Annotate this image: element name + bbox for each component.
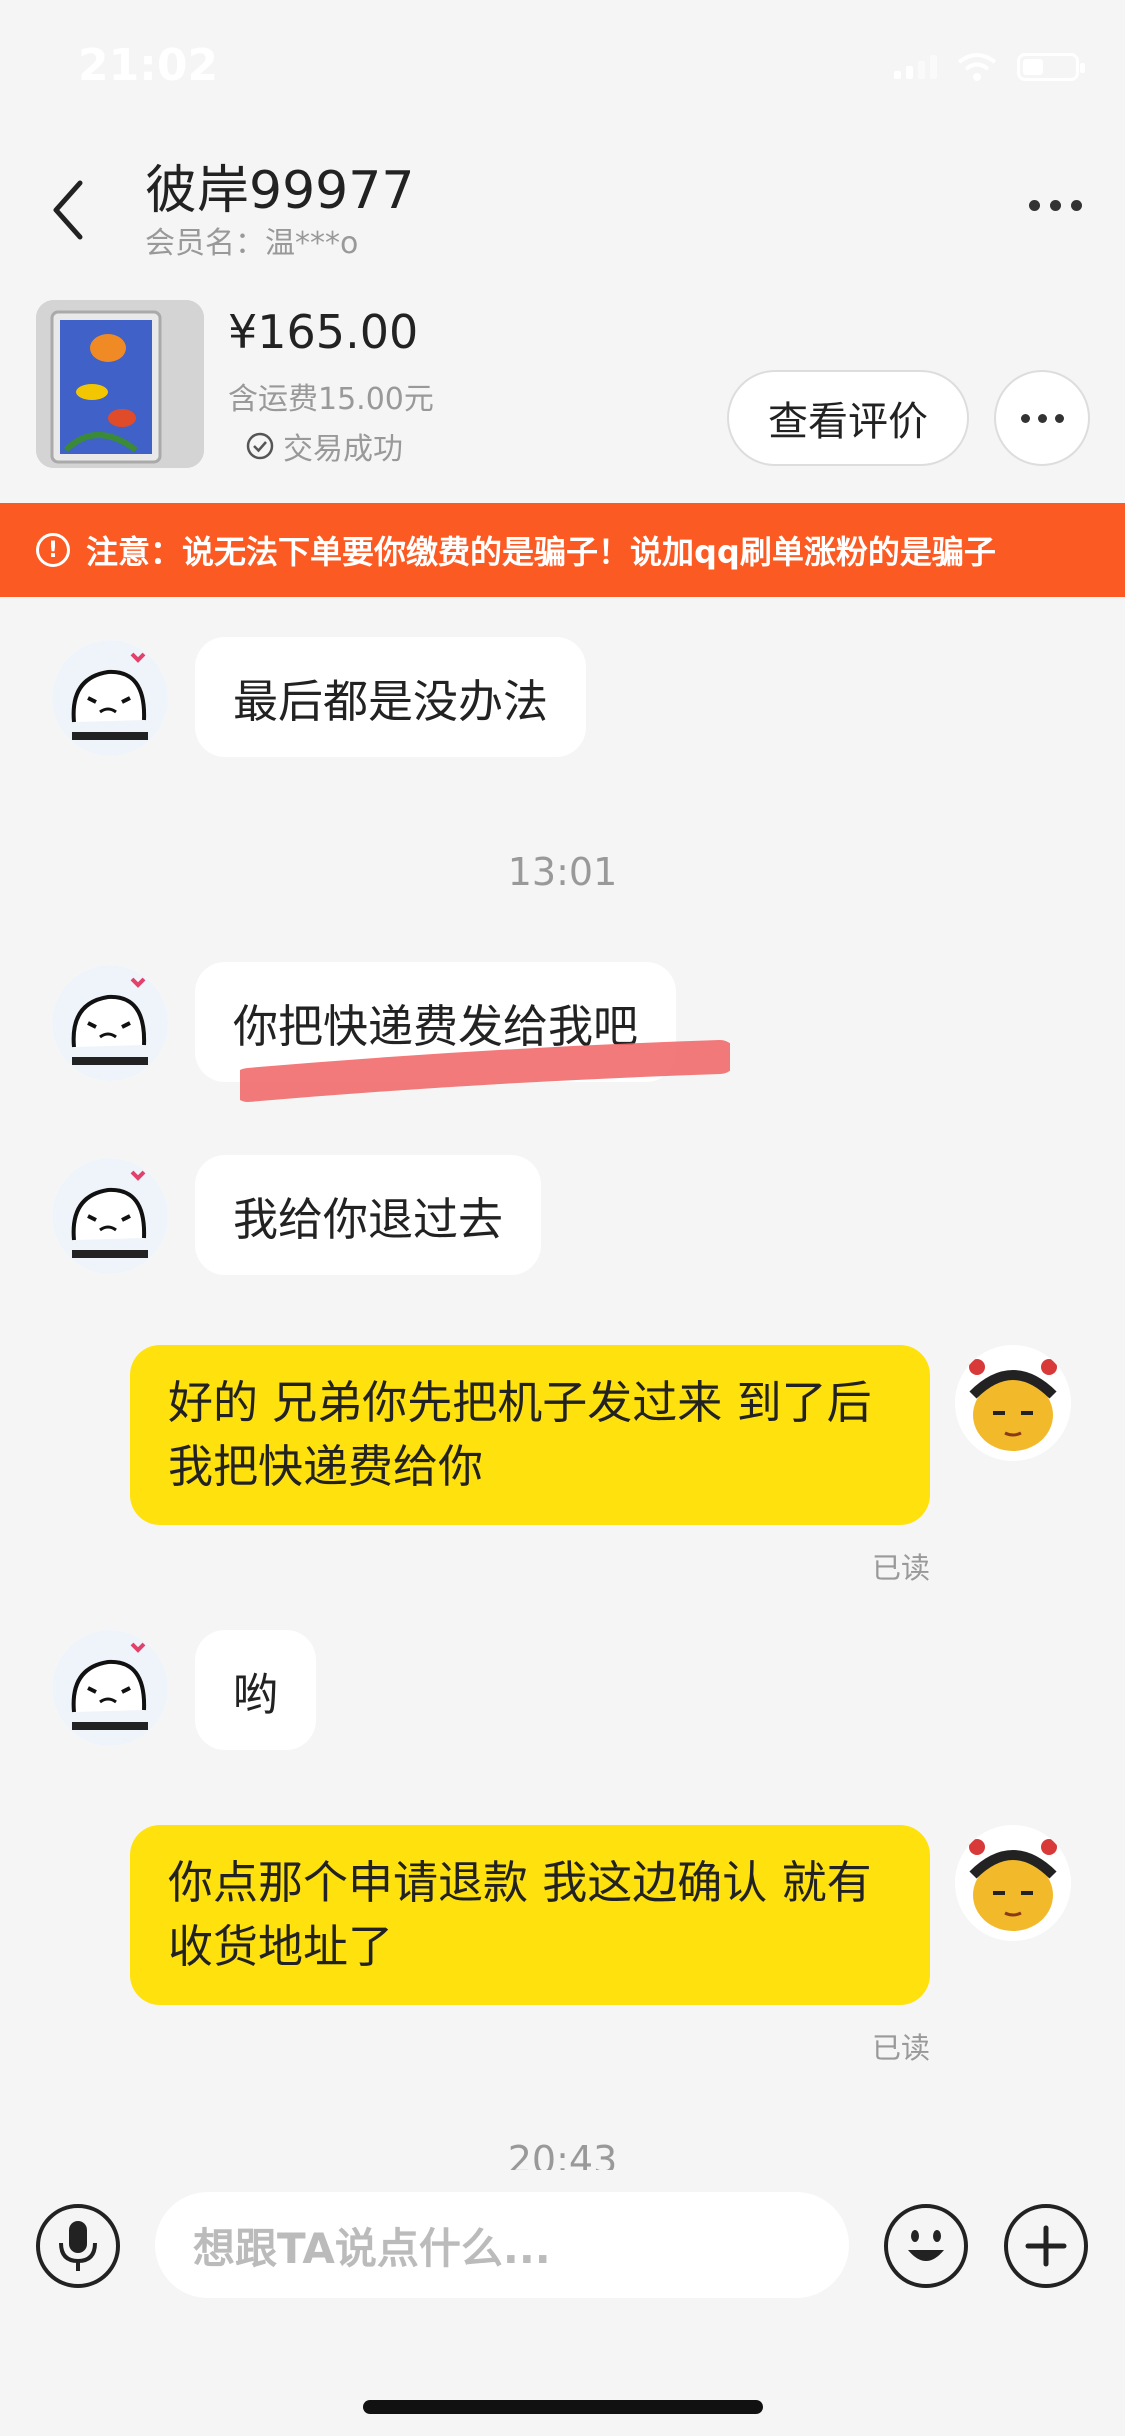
- lighter-image: [36, 300, 204, 468]
- message-input[interactable]: 想跟TA说点什么...: [155, 2192, 849, 2298]
- product-thumbnail[interactable]: [36, 300, 204, 468]
- message-bubble-incoming: 我给你退过去: [195, 1155, 542, 1275]
- emoji-avatar-icon: [955, 1345, 1071, 1461]
- trade-status: 交易成功: [245, 424, 403, 468]
- product-more-button[interactable]: [994, 370, 1090, 466]
- warning-text: 注意：说无法下单要你缴费的是骗子！说加qq刷单涨粉的是骗子: [86, 533, 996, 571]
- signal-icon: [894, 55, 937, 79]
- product-price: ¥165.00: [228, 305, 419, 359]
- timestamp: 20:43: [507, 2138, 618, 2170]
- more-dots-icon: [1028, 199, 1040, 211]
- chevron-left-icon: [53, 180, 83, 240]
- trade-status-label: 交易成功: [283, 432, 403, 467]
- product-card: ¥165.00 含运费15.00元 交易成功 查看评价: [0, 290, 1125, 500]
- plus-icon: [1025, 2225, 1067, 2267]
- cartoon-avatar-icon: [52, 640, 168, 756]
- more-dots-icon: [1020, 413, 1030, 423]
- back-button[interactable]: [38, 170, 98, 250]
- read-receipt: 已读: [872, 1551, 931, 1585]
- cartoon-avatar-icon: [52, 1158, 168, 1274]
- contact-avatar[interactable]: [52, 640, 168, 756]
- my-avatar[interactable]: [955, 1345, 1071, 1461]
- contact-avatar[interactable]: [52, 1630, 168, 1746]
- message-bubble-outgoing: 好的 兄弟你先把机子发过来 到了后 我把快递费给你: [130, 1345, 930, 1525]
- message-bubble-incoming: 哟: [195, 1630, 317, 1750]
- contact-avatar[interactable]: [52, 1158, 168, 1274]
- message-bubble-incoming: 最后都是没办法: [195, 637, 587, 757]
- exclamation-icon: !: [36, 533, 70, 567]
- contact-name: 彼岸99977: [145, 161, 415, 221]
- wifi-icon: [957, 53, 997, 81]
- my-avatar[interactable]: [955, 1825, 1071, 1941]
- status-icons: [894, 52, 1085, 82]
- add-attachment-button[interactable]: [1004, 2204, 1088, 2288]
- cartoon-avatar-icon: [52, 1630, 168, 1746]
- message-bubble-outgoing: 你点那个申请退款 我这边确认 就有收货地址了: [130, 1825, 930, 2005]
- read-receipt: 已读: [872, 2031, 931, 2065]
- status-bar: 21:02: [0, 0, 1125, 130]
- battery-icon: [1017, 53, 1085, 81]
- emoji-button[interactable]: [884, 2204, 968, 2288]
- more-options-button[interactable]: [1015, 175, 1095, 235]
- scam-warning-banner: ! 注意：说无法下单要你缴费的是骗子！说加qq刷单涨粉的是骗子: [0, 503, 1125, 597]
- contact-avatar[interactable]: [52, 965, 168, 1081]
- cartoon-avatar-icon: [52, 965, 168, 1081]
- red-highlight-mark: [240, 1040, 730, 1102]
- view-review-button[interactable]: 查看评价: [727, 370, 969, 466]
- chat-messages[interactable]: 最后都是没办法 13:01 你把快递费发给我吧 我给你退过去 好的 兄弟你先把机…: [0, 600, 1125, 2170]
- voice-button[interactable]: [36, 2204, 120, 2288]
- check-circle-icon: [246, 432, 274, 460]
- shipping-fee: 含运费15.00元: [228, 382, 434, 417]
- status-time: 21:02: [78, 40, 219, 91]
- emoji-avatar-icon: [955, 1825, 1071, 1941]
- smiley-icon: [908, 2230, 944, 2261]
- member-name: 会员名：温***o: [145, 226, 359, 261]
- home-indicator[interactable]: [363, 2400, 763, 2414]
- chat-header: 彼岸99977 会员名：温***o: [0, 130, 1125, 290]
- microphone-icon: [59, 2221, 97, 2271]
- input-bar: 想跟TA说点什么...: [0, 2170, 1125, 2436]
- timestamp: 13:01: [507, 850, 618, 894]
